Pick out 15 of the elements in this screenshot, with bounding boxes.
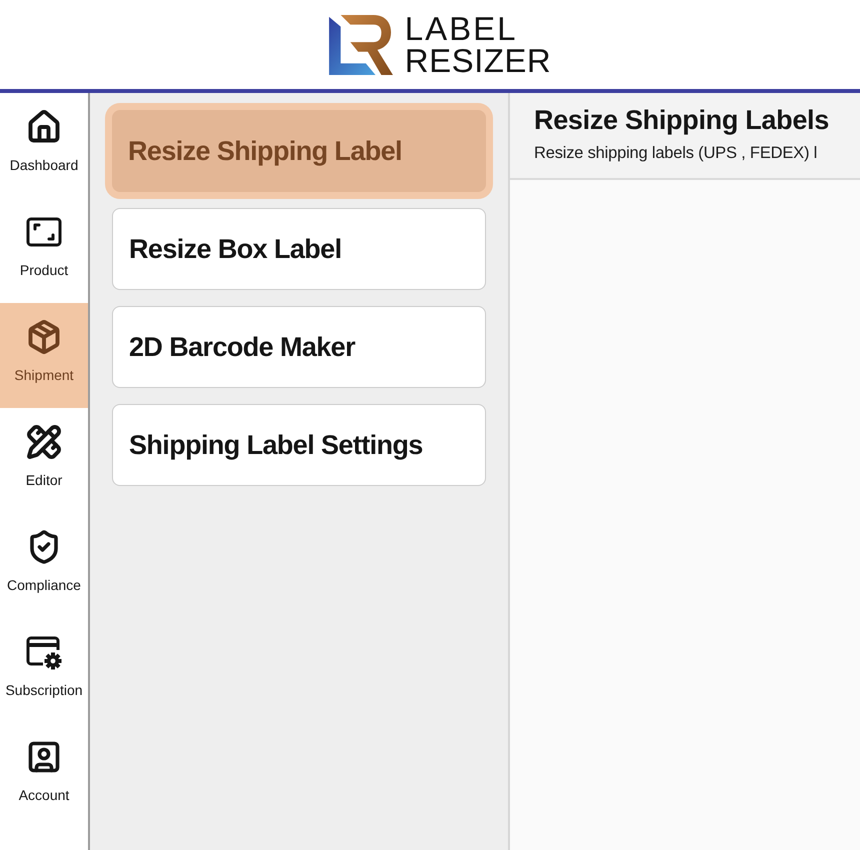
logo-text: RESIZER xyxy=(404,44,552,76)
logo-text: LABEL xyxy=(404,12,518,44)
menu-card[interactable]: Resize Box Label xyxy=(112,208,486,290)
menu-card[interactable]: Shipping Label Settings xyxy=(112,404,486,486)
house-icon xyxy=(26,109,62,145)
logo-icon xyxy=(328,14,393,74)
person-square-icon xyxy=(26,739,62,775)
sidebar-item[interactable]: Shipment xyxy=(0,303,88,408)
menu-card[interactable]: Resize Shipping Label xyxy=(112,110,486,192)
card-gear-icon xyxy=(26,634,62,670)
package-icon xyxy=(26,319,62,355)
menu-card[interactable]: 2D Barcode Maker xyxy=(112,306,486,388)
pencil-ruler-icon xyxy=(26,424,62,460)
page-description: Resize shipping labels (UPS , FEDEX) l xyxy=(534,143,818,164)
page-title: Resize Shipping Labels xyxy=(534,104,830,137)
